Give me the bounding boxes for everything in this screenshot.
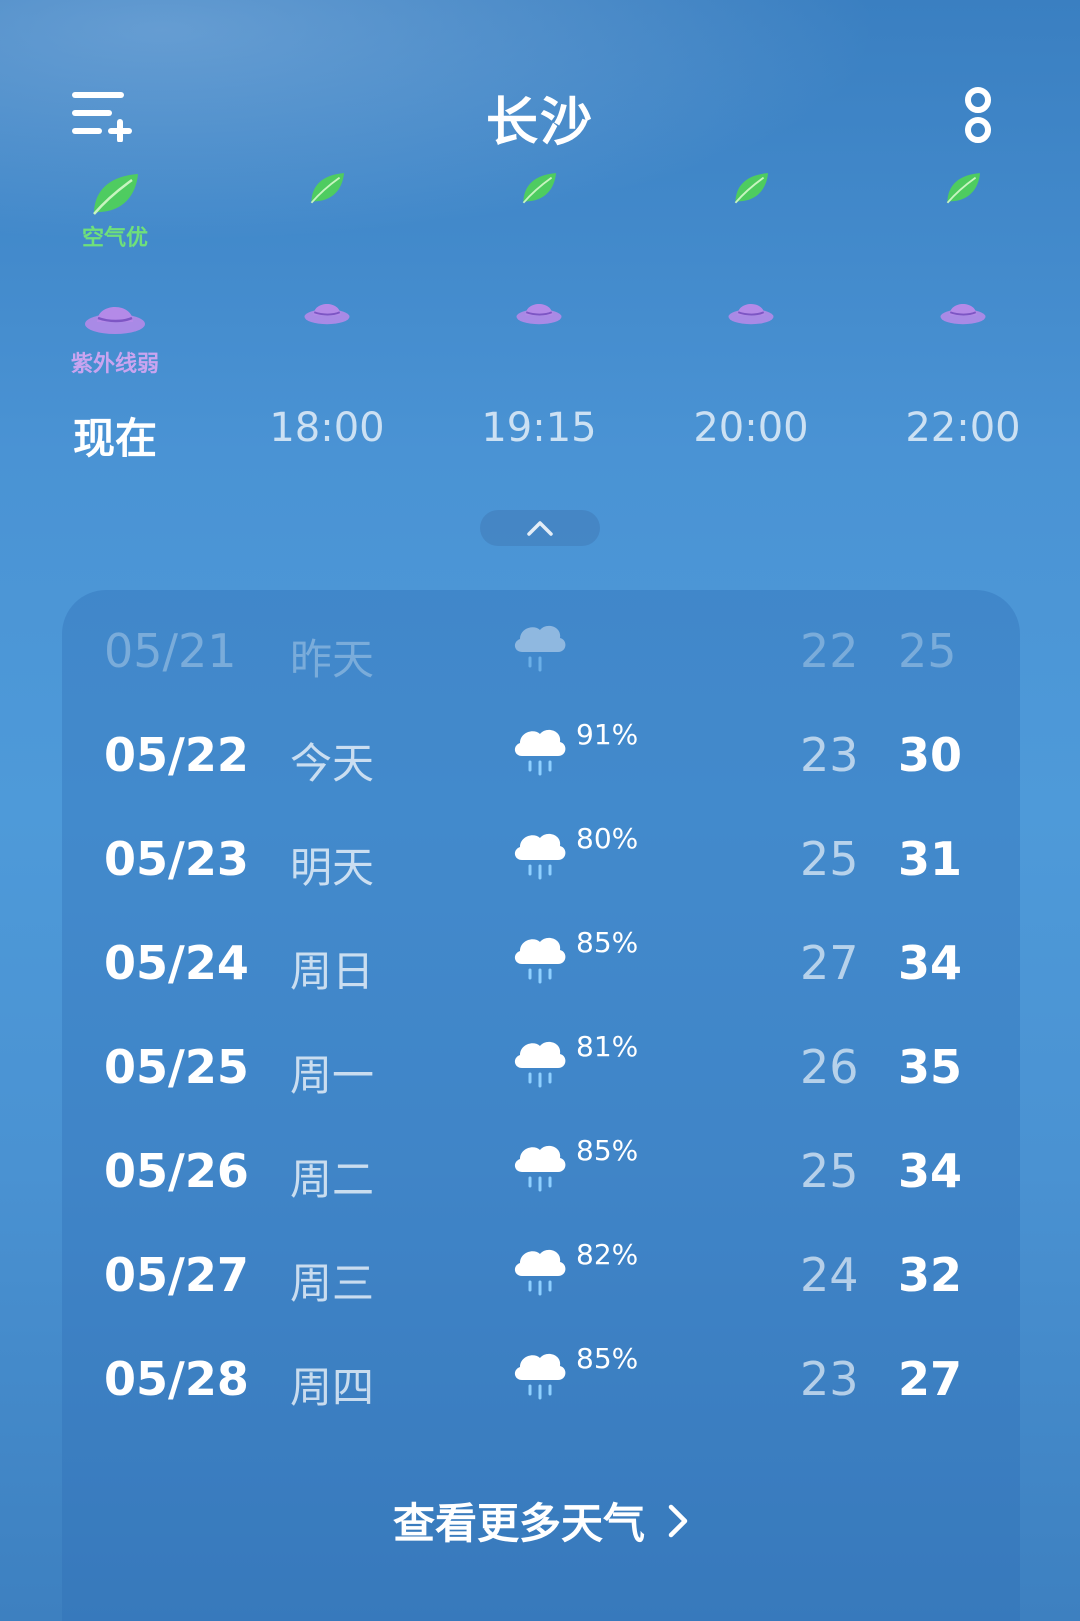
forecast-day-name: 周日 [290,947,375,996]
forecast-row[interactable]: 05/25 周一 81% 26 35 [62,1018,1020,1122]
weather-icon-wrap [510,616,568,678]
rain-cloud-icon [514,1353,566,1400]
precipitation-probability: 82% [576,1238,639,1271]
rain-cloud-icon [514,1041,566,1088]
more-weather-button[interactable]: 查看更多天气 [62,1490,1020,1554]
hat-icon [516,304,562,325]
forecast-row[interactable]: 05/27 周三 82% 24 32 [62,1226,1020,1330]
forecast-date: 05/25 [104,1040,249,1094]
hour-column[interactable]: 空气优 紫外线弱现在 [25,160,205,463]
hour-column[interactable]: 19:15 [449,160,629,460]
more-vertical-icon[interactable] [960,84,996,148]
high-temperature: 30 [898,728,963,782]
low-temperature: 25 [800,832,859,886]
precipitation-probability: 85% [576,1134,639,1167]
leaf-icon [734,173,769,204]
forecast-day-name: 周四 [290,1363,375,1412]
hourly-strip: 空气优 紫外线弱 现在 18:00 19:15 20:00 22:00 [0,160,1080,463]
weather-icon-wrap [510,928,568,990]
forecast-row[interactable]: 05/24 周日 85% 27 34 [62,914,1020,1018]
high-temperature: 31 [898,832,963,886]
precipitation-probability: 85% [576,926,639,959]
hour-column[interactable]: 18:00 [237,160,417,460]
forecast-date: 05/24 [104,936,249,990]
top-bar: 长沙 [0,70,1080,160]
weather-icon-wrap [510,1032,568,1094]
hour-time-label: 19:15 [481,405,597,451]
hat-icon [85,307,145,334]
hour-time-label: 现在 [72,414,157,463]
precipitation-probability: 80% [576,822,639,855]
low-temperature: 23 [800,728,859,782]
chevron-right-icon [668,1504,688,1537]
hat-icon [940,304,986,325]
forecast-date: 05/27 [104,1248,249,1302]
air-quality-label: 空气优 [81,226,148,251]
forecast-row[interactable]: 05/26 周二 85% 25 34 [62,1122,1020,1226]
high-temperature: 27 [898,1352,963,1406]
forecast-day-name: 周二 [290,1155,375,1204]
forecast-date: 05/22 [104,728,249,782]
uv-label: 紫外线弱 [70,352,159,377]
leaf-icon [522,173,557,204]
leaf-icon [310,173,345,204]
weather-icon-wrap [510,824,568,886]
rain-cloud-icon [514,729,566,776]
hat-icon [728,304,774,325]
hour-column[interactable]: 22:00 [873,160,1053,460]
collapse-handle[interactable] [480,510,600,546]
hour-column[interactable]: 20:00 [661,160,841,460]
rain-cloud-icon [514,833,566,880]
rain-cloud-icon [514,625,566,672]
forecast-day-name: 昨天 [290,635,375,684]
precipitation-probability: 91% [576,718,639,751]
more-weather-label: 查看更多天气 [392,1499,645,1548]
forecast-date: 05/23 [104,832,249,886]
precipitation-probability: 81% [576,1030,639,1063]
hour-time-label: 22:00 [905,405,1021,451]
precipitation-probability: 85% [576,1342,639,1375]
forecast-card: 查看更多天气 05/21 昨天 22 25 05/22 今天 91% 23 30 0… [62,590,1020,1621]
forecast-day-name: 周三 [290,1259,375,1308]
forecast-day-name: 明天 [290,843,375,892]
forecast-row[interactable]: 05/23 明天 80% 25 31 [62,810,1020,914]
low-temperature: 23 [800,1352,859,1406]
forecast-day-name: 周一 [290,1051,375,1100]
low-temperature: 22 [800,624,859,678]
low-temperature: 25 [800,1144,859,1198]
rain-cloud-icon [514,1249,566,1296]
high-temperature: 32 [898,1248,963,1302]
weather-icon-wrap [510,1240,568,1302]
leaf-icon [946,173,981,204]
chevron-up-icon [527,521,553,536]
weather-icon-wrap [510,1344,568,1406]
low-temperature: 26 [800,1040,859,1094]
forecast-row[interactable]: 05/22 今天 91% 23 30 [62,706,1020,810]
forecast-date: 05/26 [104,1144,249,1198]
weather-icon-wrap [510,1136,568,1198]
forecast-row[interactable]: 05/21 昨天 22 25 [62,602,1020,706]
high-temperature: 35 [898,1040,963,1094]
forecast-row[interactable]: 05/28 周四 85% 23 27 [62,1330,1020,1434]
rain-cloud-icon [514,1145,566,1192]
low-temperature: 27 [800,936,859,990]
city-title[interactable]: 长沙 [0,80,1080,155]
leaf-icon [93,174,138,215]
forecast-day-name: 今天 [290,739,375,788]
hour-time-label: 18:00 [269,405,385,451]
forecast-date: 05/28 [104,1352,249,1406]
low-temperature: 24 [800,1248,859,1302]
high-temperature: 25 [898,624,957,678]
high-temperature: 34 [898,1144,963,1198]
high-temperature: 34 [898,936,963,990]
hat-icon [304,304,350,325]
forecast-date: 05/21 [104,624,237,678]
hour-time-label: 20:00 [693,405,809,451]
weather-icon-wrap [510,720,568,782]
rain-cloud-icon [514,937,566,984]
